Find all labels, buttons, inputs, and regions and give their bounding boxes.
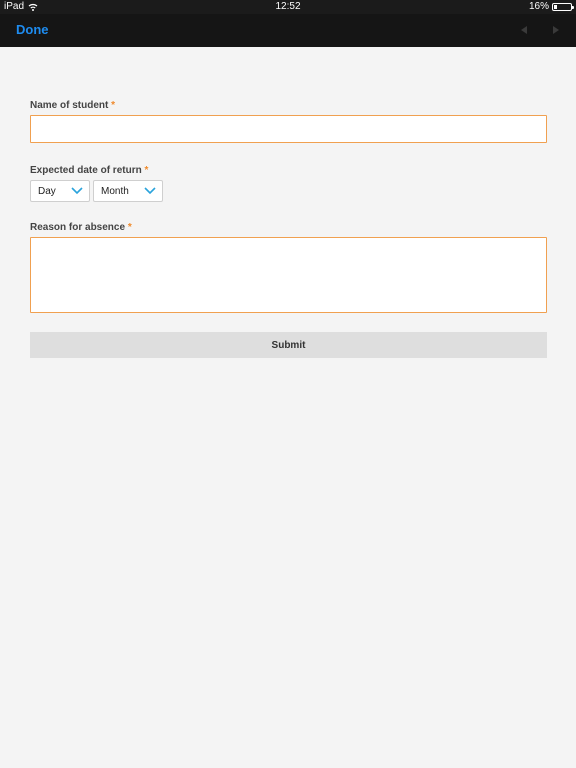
required-marker: * bbox=[111, 100, 116, 111]
return-date-group: Expected date of return * Day Month bbox=[30, 165, 163, 202]
return-date-label: Expected date of return * bbox=[30, 165, 163, 176]
required-marker: * bbox=[144, 165, 149, 176]
done-button[interactable]: Done bbox=[16, 22, 49, 37]
nav-bar: Done bbox=[0, 14, 576, 47]
reason-textarea[interactable] bbox=[30, 237, 547, 313]
reason-label: Reason for absence * bbox=[30, 222, 547, 233]
chevron-down-icon bbox=[71, 187, 83, 195]
prev-arrow-icon[interactable] bbox=[518, 24, 530, 36]
next-arrow-icon[interactable] bbox=[550, 24, 562, 36]
day-select[interactable]: Day bbox=[30, 180, 90, 202]
chevron-down-icon bbox=[144, 187, 156, 195]
status-right: 16% bbox=[528, 0, 574, 14]
battery-icon bbox=[552, 3, 574, 11]
student-label: Name of student * bbox=[30, 100, 547, 111]
student-label-text: Name of student bbox=[30, 100, 109, 111]
battery-percent: 16% bbox=[528, 1, 549, 12]
return-date-label-text: Expected date of return bbox=[30, 165, 142, 176]
submit-button[interactable]: Submit bbox=[30, 332, 547, 358]
month-select-value: Month bbox=[101, 185, 129, 197]
reason-label-text: Reason for absence bbox=[30, 222, 126, 233]
required-marker: * bbox=[127, 222, 132, 233]
battery-fill bbox=[554, 5, 557, 9]
day-select-value: Day bbox=[38, 185, 56, 197]
status-time: 12:52 bbox=[275, 1, 301, 12]
month-select[interactable]: Month bbox=[93, 180, 163, 202]
reason-field-group: Reason for absence * bbox=[30, 222, 547, 313]
student-field-group: Name of student * bbox=[30, 100, 547, 143]
date-selects: Day Month bbox=[30, 180, 163, 202]
student-name-input[interactable] bbox=[30, 115, 547, 143]
status-bar: iPad 12:52 16% bbox=[0, 0, 576, 14]
nav-arrows bbox=[518, 24, 562, 36]
